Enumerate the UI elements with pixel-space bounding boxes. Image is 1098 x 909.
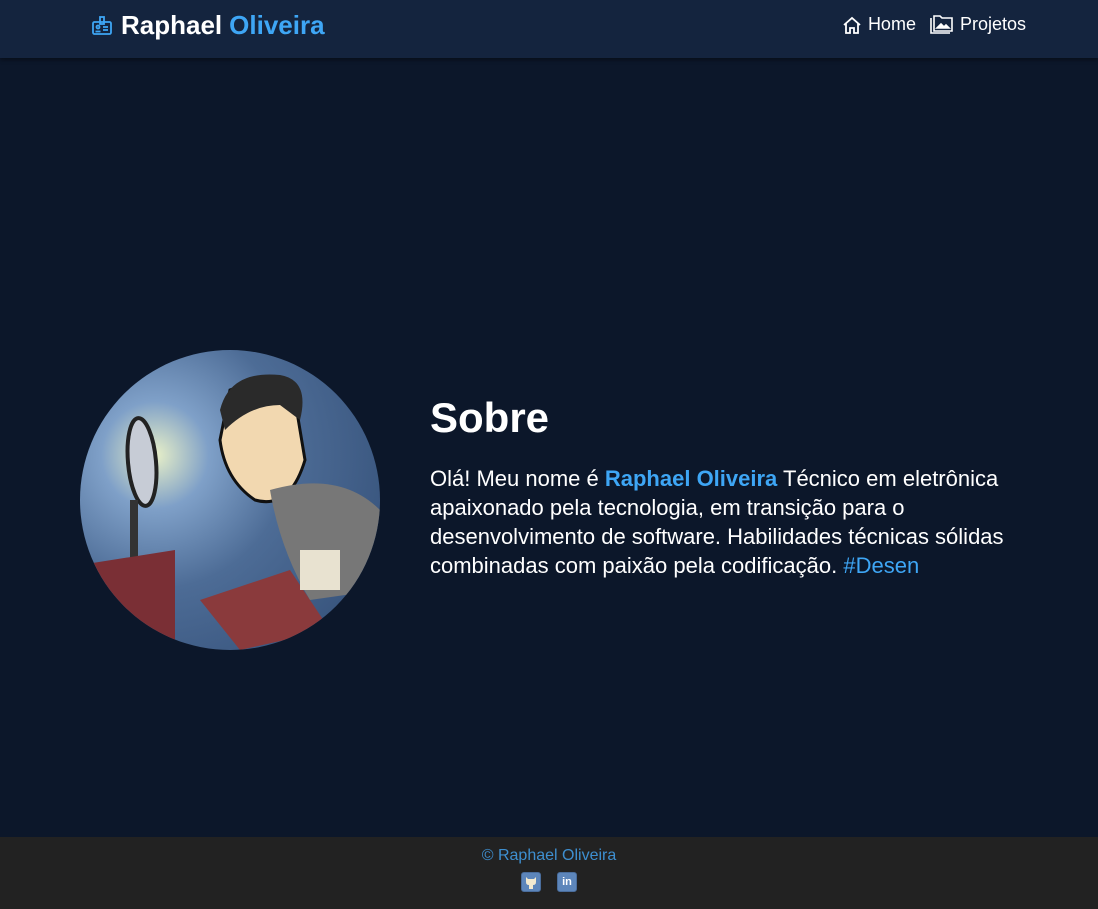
brand-first: Raphael (121, 10, 223, 40)
nav-home[interactable]: Home (842, 14, 916, 35)
nav-projetos[interactable]: Projetos (930, 14, 1026, 35)
brand-second: Oliveira (229, 10, 325, 40)
nav-home-label: Home (867, 14, 916, 34)
nav-projetos-label: Projetos (959, 14, 1026, 34)
about-title: Sobre (430, 394, 550, 441)
footer: © Raphael Oliveira in (0, 837, 1098, 909)
navbar: Raphael Oliveira Home Projetos (0, 0, 1098, 58)
about-intro: Olá! Meu nome é (430, 466, 605, 491)
about-hashtag: #Desen (843, 553, 920, 578)
copyright: © Raphael Oliveira (481, 847, 617, 864)
about-text: Olá! Meu nome é Raphael Oliveira Técnico… (430, 464, 1020, 580)
profile-avatar (80, 350, 380, 650)
github-icon[interactable] (521, 872, 541, 892)
brand-logo[interactable]: Raphael Oliveira (92, 10, 325, 41)
about-section: Sobre Olá! Meu nome é Raphael Oliveira T… (430, 394, 1020, 580)
folder-image-icon (930, 14, 953, 34)
linkedin-icon[interactable]: in (557, 872, 577, 892)
about-name: Raphael Oliveira (604, 466, 778, 491)
id-badge-icon (92, 15, 112, 35)
home-icon (843, 16, 861, 34)
